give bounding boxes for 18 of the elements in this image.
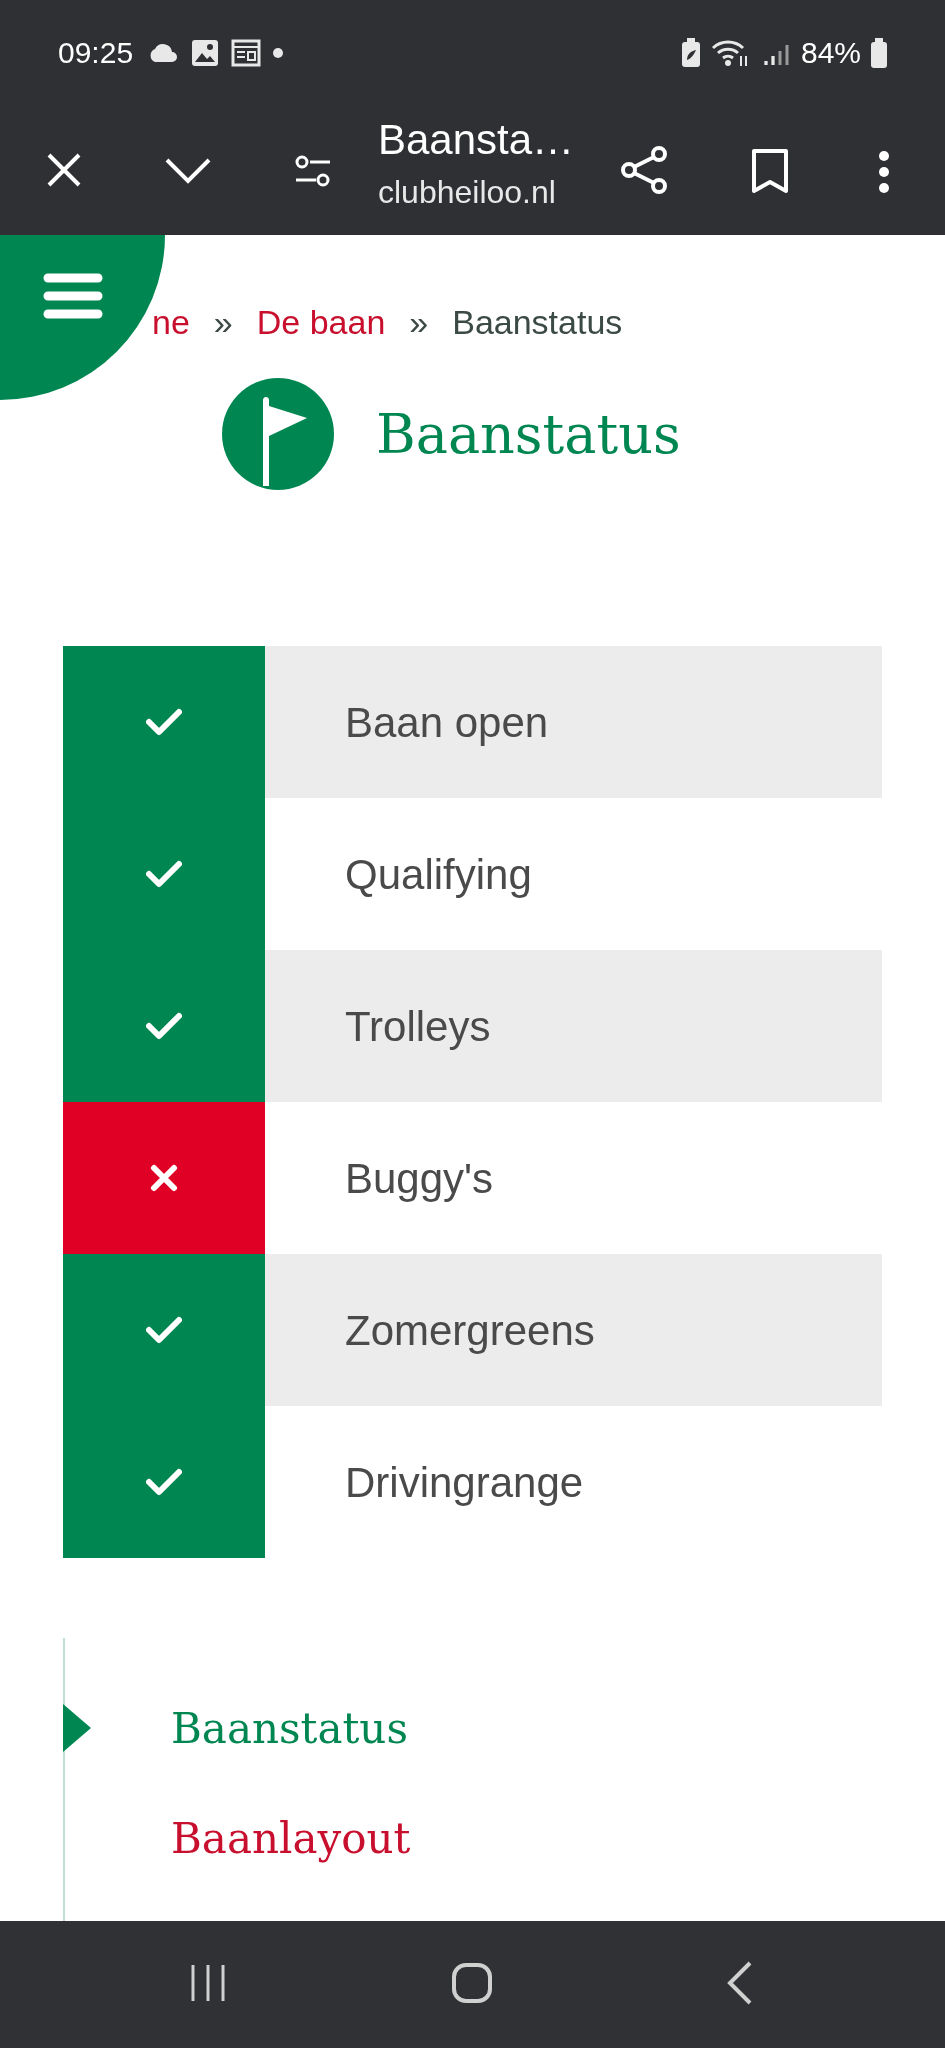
status-label: Qualifying bbox=[345, 849, 532, 900]
breadcrumb-separator: » bbox=[213, 302, 233, 343]
side-nav-link[interactable]: Baanlayout bbox=[171, 1806, 411, 1870]
side-nav-link[interactable]: Baanstatus bbox=[171, 1696, 408, 1760]
breadcrumb-current: Baanstatus bbox=[452, 302, 623, 343]
status-label: Drivingrange bbox=[345, 1457, 584, 1508]
breadcrumb-link[interactable]: De baan bbox=[256, 297, 386, 348]
battery-percentage: 84% bbox=[800, 35, 861, 71]
breadcrumb-separator: » bbox=[409, 302, 429, 343]
url-text: clubheiloo.nl bbox=[378, 173, 557, 212]
page-title: Baansta… bbox=[378, 115, 575, 165]
status-label: Baan open bbox=[345, 697, 549, 748]
status-label: Zomergreens bbox=[345, 1305, 595, 1356]
status-label: Trolleys bbox=[345, 1001, 491, 1052]
page-heading: Baanstatus bbox=[376, 401, 681, 468]
clock-time: 09:25 bbox=[58, 35, 134, 71]
status-label: Buggy's bbox=[345, 1153, 494, 1204]
breadcrumb-link[interactable]: ne bbox=[152, 297, 190, 348]
